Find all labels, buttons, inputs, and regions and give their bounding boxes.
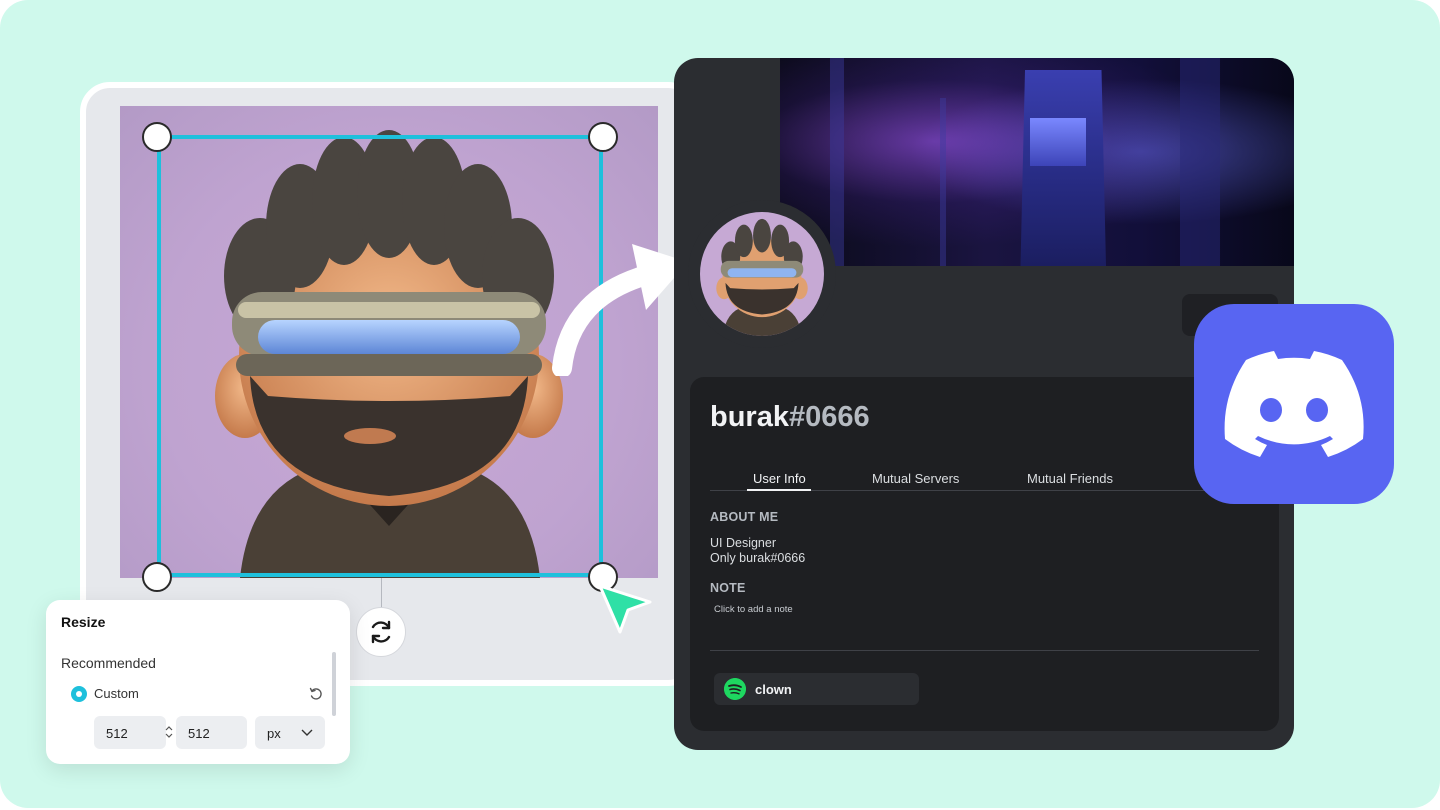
profile-tabs: User Info Mutual Servers Mutual Friends xyxy=(710,467,1270,491)
rotate-icon xyxy=(371,620,391,644)
about-line: Only burak#0666 xyxy=(710,551,806,565)
username-name: burak xyxy=(710,401,789,433)
avatar-thumbnail xyxy=(716,218,808,336)
about-me-text: UI Designer Only burak#0666 xyxy=(710,536,805,566)
width-input[interactable]: 512 xyxy=(94,716,166,749)
profile-username: burak#0666 xyxy=(710,401,870,434)
stepper-icon[interactable] xyxy=(164,725,174,739)
tab-mutual-friends[interactable]: Mutual Friends xyxy=(1027,471,1113,486)
crop-handle-top-right[interactable] xyxy=(588,122,618,152)
rotate-guide-line xyxy=(381,578,382,608)
note-input[interactable]: Click to add a note xyxy=(714,604,793,615)
tab-mutual-servers[interactable]: Mutual Servers xyxy=(872,471,959,486)
recommended-label: Recommended xyxy=(61,655,156,671)
arcade-machine xyxy=(1020,70,1106,266)
unit-select[interactable]: px xyxy=(255,716,325,749)
curved-arrow-icon xyxy=(552,244,688,376)
section-divider xyxy=(710,650,1259,651)
profile-banner xyxy=(780,58,1294,266)
spotify-connection[interactable]: clown xyxy=(714,673,919,705)
arcade-screen xyxy=(1030,118,1086,166)
profile-info-panel: burak#0666 User Info Mutual Servers Mutu… xyxy=(690,377,1279,731)
spotify-account-name: clown xyxy=(755,682,792,697)
active-tab-indicator xyxy=(747,489,811,491)
banner-pillar xyxy=(940,98,946,266)
custom-option-label[interactable]: Custom xyxy=(94,686,139,701)
about-line: UI Designer xyxy=(710,536,776,550)
username-discriminator: #0666 xyxy=(788,401,870,433)
reset-icon[interactable] xyxy=(308,686,324,702)
crop-selection-box[interactable] xyxy=(157,135,603,577)
resize-title: Resize xyxy=(61,614,106,630)
banner-pillar xyxy=(1180,58,1220,266)
discord-logo-icon xyxy=(1224,351,1364,457)
crop-handle-bottom-left[interactable] xyxy=(142,562,172,592)
about-me-heading: ABOUT ME xyxy=(710,510,779,524)
tab-user-info[interactable]: User Info xyxy=(753,471,806,486)
discord-logo-tile xyxy=(1194,304,1394,504)
height-input[interactable]: 512 xyxy=(176,716,247,749)
banner-pillar xyxy=(830,58,844,266)
unit-select-value: px xyxy=(267,726,281,741)
resize-panel: Resize Recommended Custom 512 512 px xyxy=(46,600,350,764)
profile-avatar[interactable] xyxy=(700,212,824,336)
chevron-down-icon xyxy=(301,729,313,736)
custom-radio[interactable] xyxy=(71,686,87,702)
rotate-button[interactable] xyxy=(356,607,406,657)
spotify-icon xyxy=(724,678,746,700)
note-heading: NOTE xyxy=(710,581,746,595)
cursor-pointer-icon xyxy=(598,584,652,634)
panel-scrollbar[interactable] xyxy=(332,652,336,716)
crop-handle-top-left[interactable] xyxy=(142,122,172,152)
